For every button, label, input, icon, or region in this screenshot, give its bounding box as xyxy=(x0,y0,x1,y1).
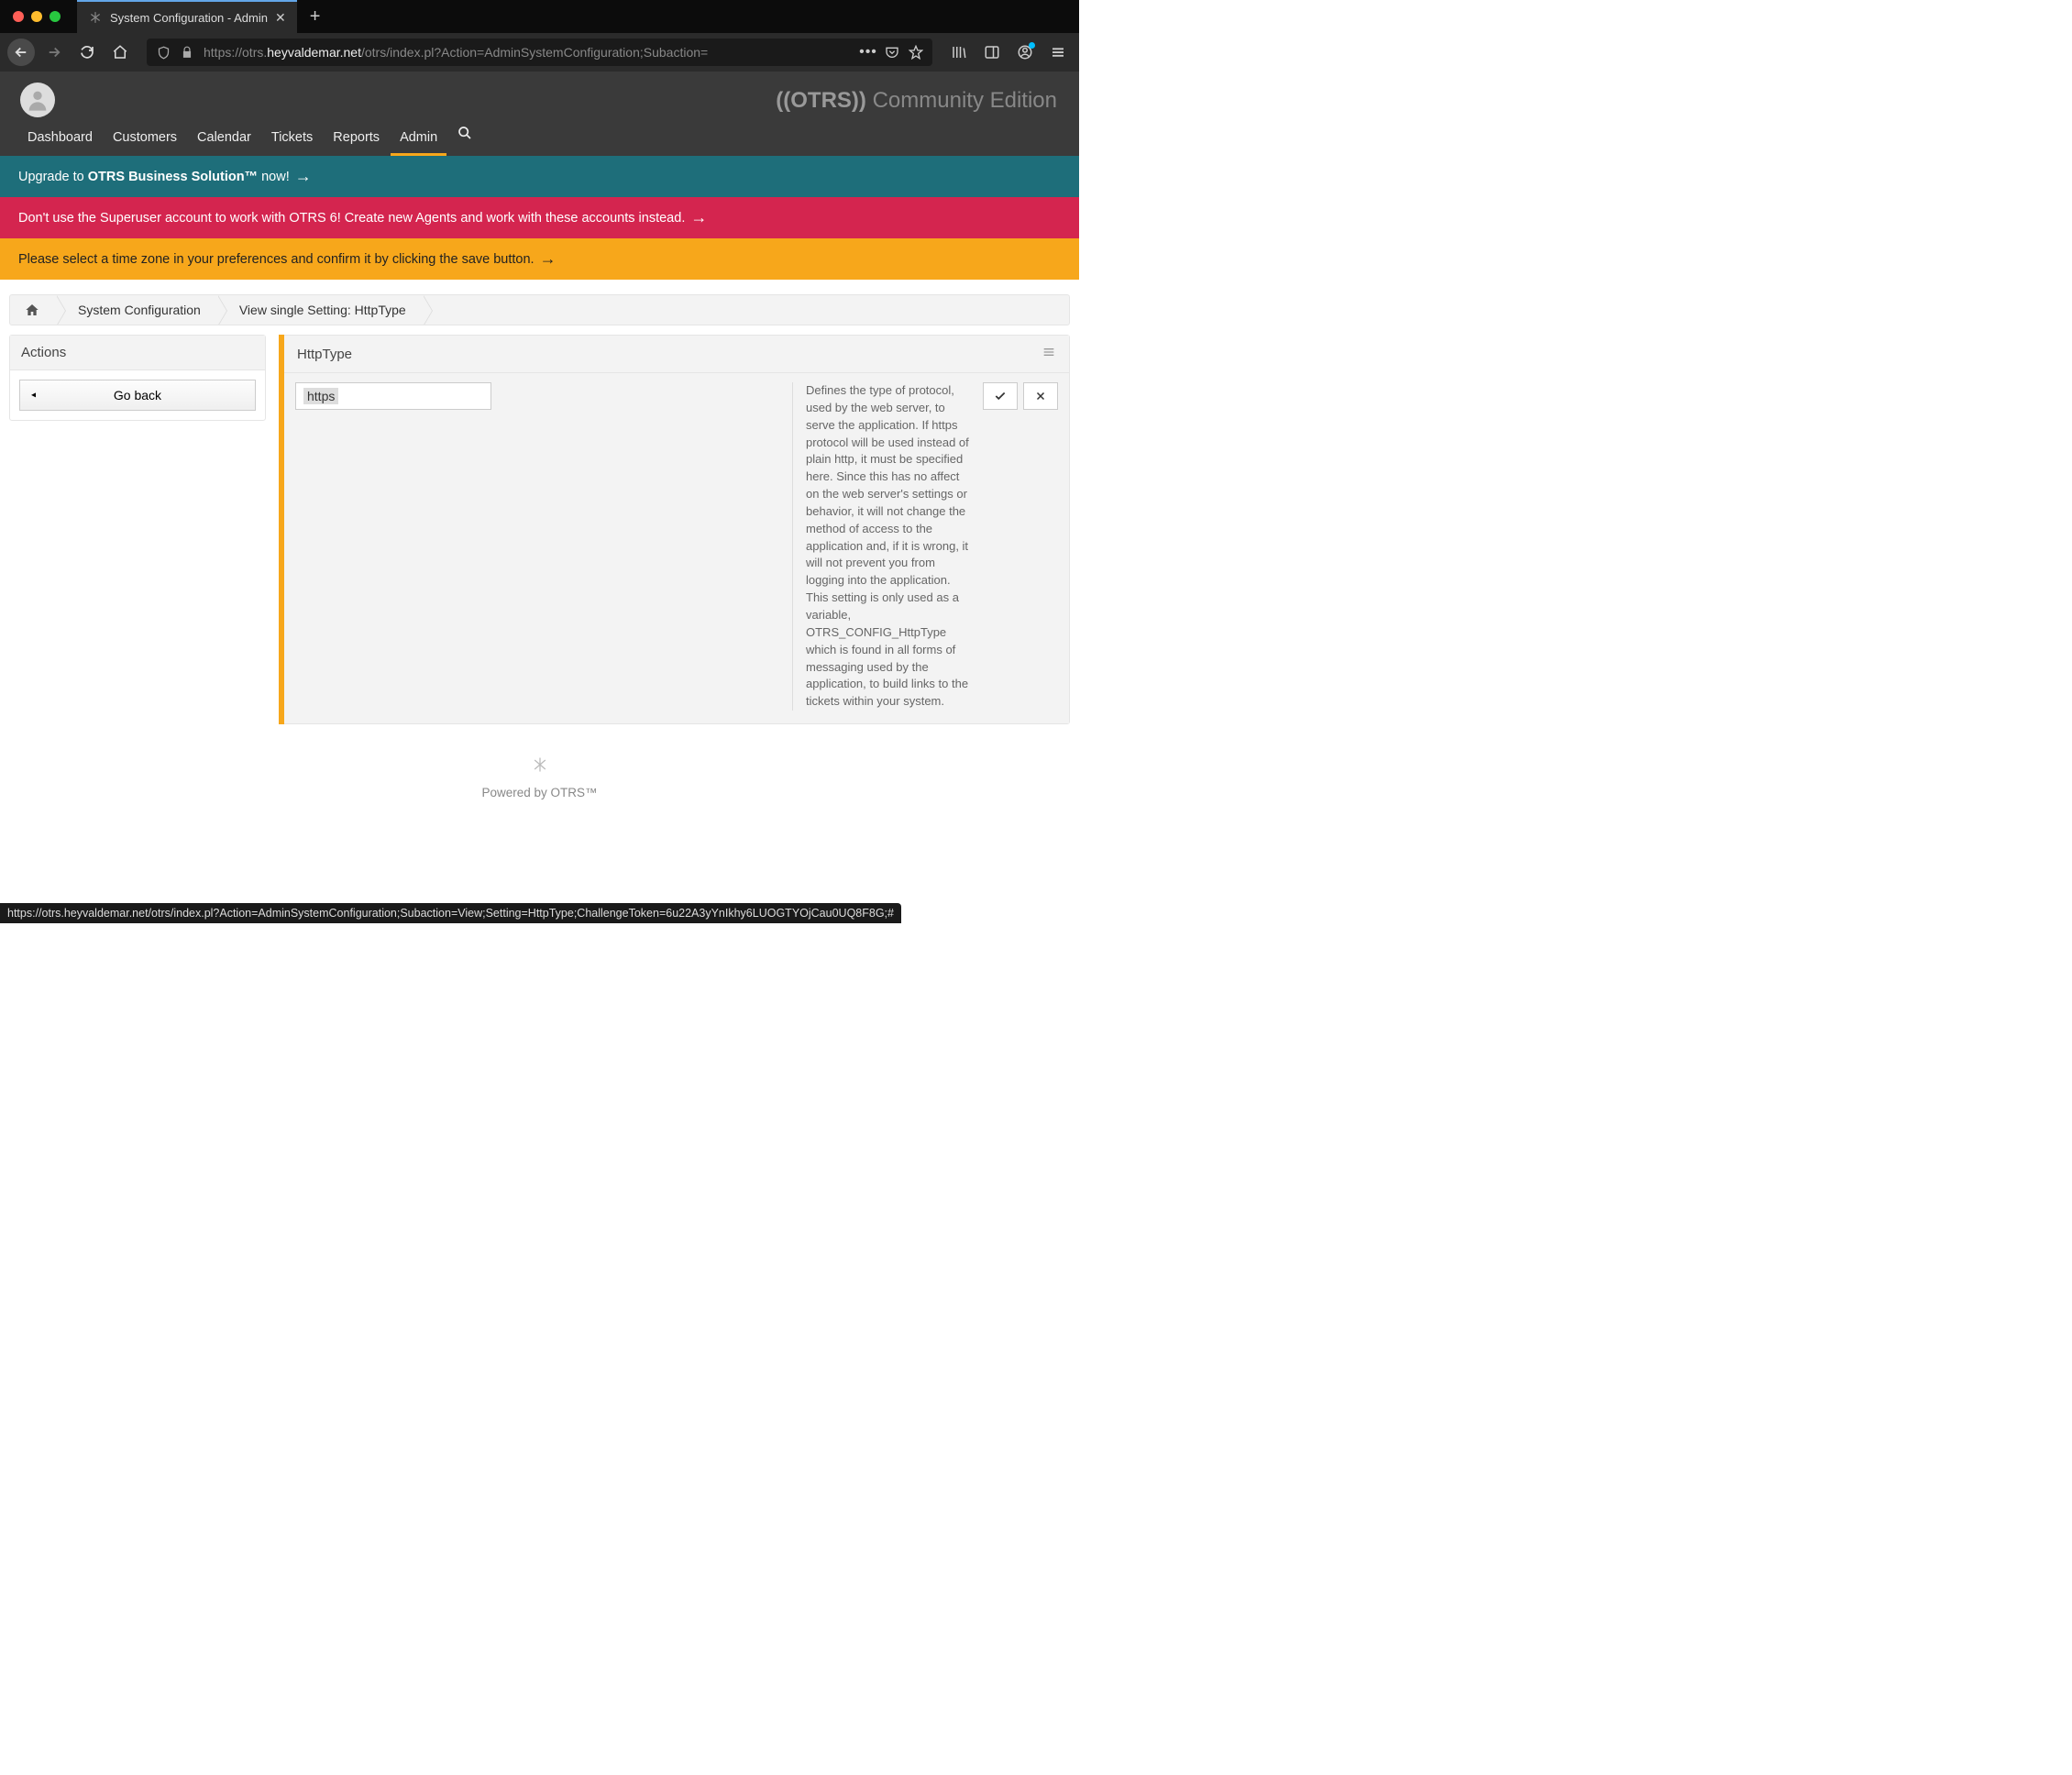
setting-value-input[interactable]: https xyxy=(295,382,491,410)
main-nav: Dashboard Customers Calendar Tickets Rep… xyxy=(18,116,481,156)
setting-menu-icon[interactable] xyxy=(1042,345,1056,363)
footer: Powered by OTRS™ xyxy=(9,724,1070,831)
back-button[interactable] xyxy=(7,39,35,66)
cancel-button[interactable] xyxy=(1023,382,1058,410)
breadcrumb: System Configuration View single Setting… xyxy=(9,294,1070,325)
arrow-right-icon: → xyxy=(690,208,707,227)
menu-icon[interactable] xyxy=(1044,39,1072,66)
setting-value: https xyxy=(303,388,338,404)
check-icon xyxy=(994,390,1007,402)
sidebar: Actions ◂ Go back xyxy=(9,335,266,421)
setting-input-column: https xyxy=(295,382,779,711)
reload-button[interactable] xyxy=(73,39,101,66)
page-actions-icon[interactable]: ••• xyxy=(861,45,876,60)
lock-icon[interactable] xyxy=(180,45,194,60)
address-bar[interactable]: https://otrs.heyvaldemar.net/otrs/index.… xyxy=(147,39,932,66)
new-tab-button[interactable]: + xyxy=(297,6,334,28)
setting-name: HttpType xyxy=(297,347,352,362)
chevron-left-icon: ◂ xyxy=(31,391,36,401)
library-icon[interactable] xyxy=(945,39,973,66)
go-back-label: Go back xyxy=(114,388,161,402)
banner-text: Upgrade to OTRS Business Solution™ now! xyxy=(18,170,290,184)
go-back-button[interactable]: ◂ Go back xyxy=(19,380,256,411)
arrow-right-icon: → xyxy=(295,167,312,186)
save-button[interactable] xyxy=(983,382,1018,410)
nav-tickets[interactable]: Tickets xyxy=(262,121,322,156)
close-window-button[interactable] xyxy=(13,11,24,22)
timezone-banner[interactable]: Please select a time zone in your prefer… xyxy=(0,238,1079,280)
superuser-warning-banner[interactable]: Don't use the Superuser account to work … xyxy=(0,197,1079,238)
setting-header: HttpType xyxy=(284,336,1069,373)
footer-logo-icon xyxy=(9,755,1070,777)
browser-tab[interactable]: System Configuration - Admin ✕ xyxy=(77,0,297,33)
breadcrumb-sysconfig[interactable]: System Configuration xyxy=(56,295,217,325)
window-controls xyxy=(0,11,73,22)
browser-toolbar: https://otrs.heyvaldemar.net/otrs/index.… xyxy=(0,33,1079,72)
breadcrumb-current: View single Setting: HttpType xyxy=(217,295,423,325)
banner-text: Don't use the Superuser account to work … xyxy=(18,211,685,226)
nav-search-icon[interactable] xyxy=(448,116,481,156)
favicon-icon xyxy=(88,10,103,25)
pocket-icon[interactable] xyxy=(885,45,899,60)
status-bar: https://otrs.heyvaldemar.net/otrs/index.… xyxy=(0,903,901,923)
nav-calendar[interactable]: Calendar xyxy=(188,121,260,156)
account-icon[interactable] xyxy=(1011,39,1039,66)
actions-title: Actions xyxy=(10,336,265,370)
sidebar-icon[interactable] xyxy=(978,39,1006,66)
upgrade-banner[interactable]: Upgrade to OTRS Business Solution™ now! … xyxy=(0,156,1079,197)
close-icon xyxy=(1035,391,1046,402)
maximize-window-button[interactable] xyxy=(50,11,61,22)
nav-dashboard[interactable]: Dashboard xyxy=(18,121,102,156)
home-button[interactable] xyxy=(106,39,134,66)
home-icon xyxy=(25,303,39,317)
setting-actions xyxy=(983,382,1058,711)
brand-title: ((OTRS)) Community Edition xyxy=(776,88,1057,114)
setting-description: Defines the type of protocol, used by th… xyxy=(792,382,970,711)
actions-panel: Actions ◂ Go back xyxy=(9,335,266,421)
banner-text: Please select a time zone in your prefer… xyxy=(18,252,535,267)
browser-chrome: System Configuration - Admin ✕ + https:/… xyxy=(0,0,1079,72)
app-header: ((OTRS)) Community Edition Dashboard Cus… xyxy=(0,72,1079,156)
nav-admin[interactable]: Admin xyxy=(391,121,446,156)
tab-close-icon[interactable]: ✕ xyxy=(275,10,286,26)
minimize-window-button[interactable] xyxy=(31,11,42,22)
nav-customers[interactable]: Customers xyxy=(104,121,186,156)
user-avatar[interactable] xyxy=(20,83,55,117)
forward-button[interactable] xyxy=(40,39,68,66)
breadcrumb-home[interactable] xyxy=(10,295,56,325)
nav-reports[interactable]: Reports xyxy=(324,121,389,156)
arrow-right-icon: → xyxy=(540,249,557,269)
tab-title: System Configuration - Admin xyxy=(110,11,268,25)
content: System Configuration View single Setting… xyxy=(0,294,1079,831)
tab-bar: System Configuration - Admin ✕ + xyxy=(0,0,1079,33)
bookmark-icon[interactable] xyxy=(909,45,923,60)
shield-icon[interactable] xyxy=(156,45,171,60)
url-text: https://otrs.heyvaldemar.net/otrs/index.… xyxy=(204,45,852,60)
powered-by: Powered by OTRS™ xyxy=(9,786,1070,799)
main-panel-wrap: HttpType https Defines the type of proto… xyxy=(279,335,1070,724)
